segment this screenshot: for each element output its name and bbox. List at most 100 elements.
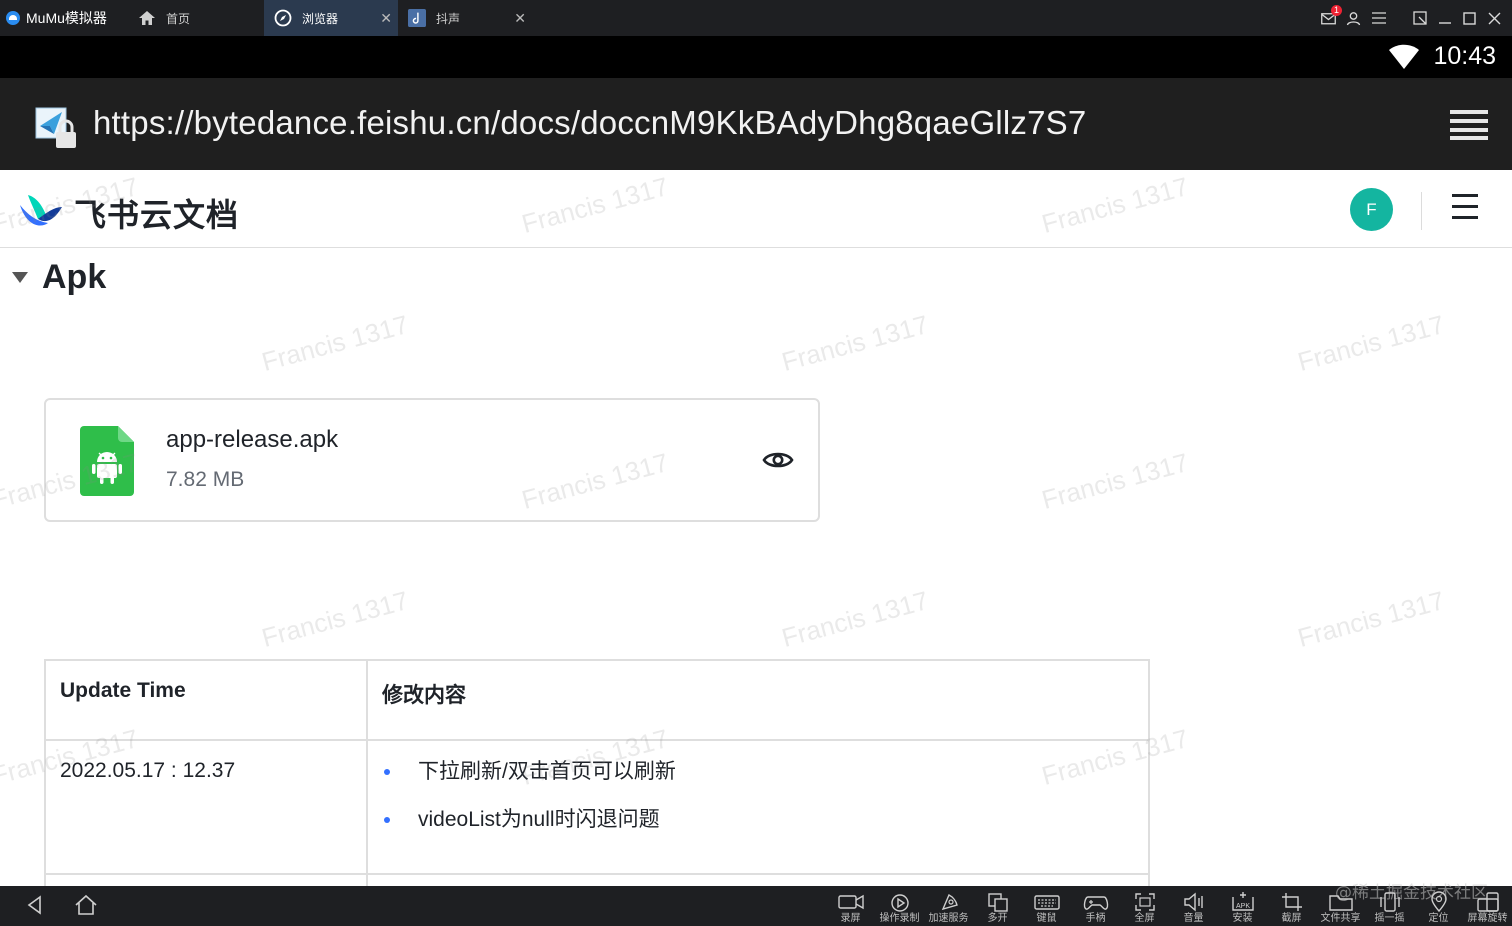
close-icon[interactable]: ✕ bbox=[514, 10, 526, 27]
svg-text:APK: APK bbox=[1235, 903, 1249, 910]
browser-icon bbox=[274, 9, 292, 27]
mini-mode-icon[interactable] bbox=[1412, 11, 1427, 26]
watermark: Francis 1317 bbox=[1294, 309, 1448, 377]
watermark: Francis 1317 bbox=[1038, 447, 1192, 515]
android-statusbar: 10:43 bbox=[0, 36, 1512, 78]
back-icon[interactable] bbox=[24, 894, 48, 918]
macro-icon bbox=[890, 894, 909, 912]
record-screen-button[interactable]: 录屏 bbox=[826, 886, 875, 926]
tool-label: 定位 bbox=[1428, 913, 1449, 924]
collapse-caret-icon[interactable] bbox=[12, 272, 28, 283]
user-icon[interactable] bbox=[1346, 11, 1361, 26]
tool-label: 操作录制 bbox=[879, 913, 920, 924]
mumu-logo-icon bbox=[6, 11, 20, 25]
macro-record-button[interactable]: 操作录制 bbox=[875, 886, 924, 926]
tool-label: 摇一摇 bbox=[1374, 913, 1405, 924]
file-name: app-release.apk bbox=[166, 426, 339, 453]
volume-button[interactable]: 音量 bbox=[1169, 886, 1218, 926]
volume-icon bbox=[1183, 892, 1203, 912]
tool-label: 音量 bbox=[1183, 913, 1204, 924]
tool-label: 加速服务 bbox=[928, 913, 969, 924]
tab-browser[interactable]: 浏览器 ✕ bbox=[264, 0, 398, 36]
apk-file-icon bbox=[80, 426, 134, 496]
tool-label: 截屏 bbox=[1281, 913, 1302, 924]
gamepad-icon bbox=[1083, 896, 1108, 910]
minimize-icon[interactable] bbox=[1437, 11, 1452, 26]
browser-urlbar: https://bytedance.feishu.cn/docs/doccnM9… bbox=[0, 78, 1512, 170]
changes-cell: 下拉刷新/双击首页可以刷新 videoList为null时闪退问题 bbox=[366, 739, 1150, 875]
gamepad-button[interactable]: 手柄 bbox=[1071, 886, 1120, 926]
tool-label: 屏幕旋转 bbox=[1467, 913, 1508, 924]
emulator-toolbar: 录屏 操作录制 加速服务 多开 键鼠 手柄 全屏 音量 APK 安装 截屏 文件… bbox=[0, 886, 1512, 926]
install-apk-button[interactable]: APK 安装 bbox=[1218, 886, 1267, 926]
watermark: Francis 1317 bbox=[258, 585, 412, 653]
tab-douyin[interactable]: 抖声 ✕ bbox=[398, 0, 532, 36]
tool-label: 文件共享 bbox=[1320, 913, 1361, 924]
column-header: 修改内容 bbox=[366, 659, 1150, 741]
browser-menu-icon[interactable] bbox=[1448, 108, 1490, 140]
table-cell bbox=[366, 873, 1150, 886]
tab-label: 浏览器 bbox=[302, 11, 339, 26]
window-controls: 1 bbox=[1321, 0, 1512, 36]
table-cell bbox=[44, 873, 368, 886]
app-name: MuMu模拟器 bbox=[26, 10, 107, 26]
tab-home[interactable]: 首页 bbox=[128, 0, 264, 36]
tab-label: 首页 bbox=[166, 11, 191, 26]
url-text[interactable]: https://bytedance.feishu.cn/docs/doccnM9… bbox=[93, 104, 1086, 142]
feishu-logo-icon bbox=[18, 191, 64, 236]
home-button-icon[interactable] bbox=[74, 894, 98, 918]
watermark: Francis 1317 bbox=[778, 309, 932, 377]
watermark: Francis 1317 bbox=[1294, 585, 1448, 653]
update-time-cell: 2022.05.17 : 12.37 bbox=[44, 739, 368, 875]
app-brand: MuMu模拟器 bbox=[0, 0, 128, 36]
emulator-window: MuMu模拟器 首页 浏览器 ✕ 抖声 ✕ 1 10:43 https://by… bbox=[0, 0, 1512, 926]
screenshot-button[interactable]: 截屏 bbox=[1267, 886, 1316, 926]
header-divider bbox=[1421, 192, 1422, 230]
corner-watermark: @稀土掘金技术社区 bbox=[1335, 883, 1488, 903]
file-size: 7.82 MB bbox=[166, 468, 245, 491]
tool-label: 全屏 bbox=[1134, 913, 1155, 924]
emulator-titlebar: MuMu模拟器 首页 浏览器 ✕ 抖声 ✕ 1 bbox=[0, 0, 1512, 36]
tab-label: 抖声 bbox=[436, 11, 461, 26]
tool-label: 手柄 bbox=[1085, 913, 1106, 924]
tool-label: 安装 bbox=[1232, 913, 1253, 924]
multi-window-icon bbox=[987, 893, 1008, 912]
close-window-icon[interactable] bbox=[1487, 11, 1502, 26]
wifi-icon bbox=[1388, 44, 1420, 75]
section-heading[interactable]: Apk bbox=[12, 258, 106, 297]
list-item: videoList为null时闪退问题 bbox=[382, 807, 1134, 833]
apk-install-icon: APK bbox=[1231, 892, 1254, 911]
file-attachment-card[interactable]: app-release.apk 7.82 MB bbox=[44, 398, 820, 522]
section-title: Apk bbox=[42, 258, 107, 296]
web-page: 飞书云文档 F Apk app-release.apk 7.82 MB Upda… bbox=[0, 170, 1512, 886]
video-camera-icon bbox=[837, 894, 864, 910]
keyboard-icon bbox=[1033, 895, 1060, 910]
table-row: 2022.05.17 : 12.37 下拉刷新/双击首页可以刷新 videoLi… bbox=[44, 739, 1150, 875]
doc-header: 飞书云文档 F bbox=[0, 170, 1512, 248]
tool-label: 多开 bbox=[987, 913, 1008, 924]
home-icon bbox=[138, 9, 156, 27]
change-list: 下拉刷新/双击首页可以刷新 videoList为null时闪退问题 bbox=[382, 759, 1134, 833]
maximize-icon[interactable] bbox=[1462, 11, 1477, 26]
watermark: Francis 1317 bbox=[778, 585, 932, 653]
update-table: Update Time 修改内容 2022.05.17 : 12.37 下拉刷新… bbox=[44, 659, 1150, 886]
tool-label: 录屏 bbox=[840, 913, 861, 924]
fullscreen-button[interactable]: 全屏 bbox=[1120, 886, 1169, 926]
close-icon[interactable]: ✕ bbox=[380, 10, 392, 27]
multi-instance-button[interactable]: 多开 bbox=[973, 886, 1022, 926]
mail-icon[interactable]: 1 bbox=[1321, 4, 1342, 26]
accelerate-button[interactable]: 加速服务 bbox=[924, 886, 973, 926]
keyboard-mouse-button[interactable]: 键鼠 bbox=[1022, 886, 1071, 926]
app-icon bbox=[408, 9, 426, 27]
feishu-brand[interactable]: 飞书云文档 bbox=[18, 190, 239, 236]
table-header-row: Update Time 修改内容 bbox=[44, 659, 1150, 741]
avatar[interactable]: F bbox=[1350, 188, 1393, 231]
site-lock-icon bbox=[34, 106, 78, 150]
menu-icon[interactable] bbox=[1371, 11, 1386, 26]
tool-label: 键鼠 bbox=[1036, 913, 1057, 924]
table-row bbox=[44, 873, 1150, 886]
brand-title: 飞书云文档 bbox=[74, 197, 240, 233]
preview-eye-icon[interactable] bbox=[762, 444, 794, 476]
hamburger-menu-icon[interactable] bbox=[1452, 194, 1478, 224]
rocket-icon bbox=[941, 894, 958, 911]
